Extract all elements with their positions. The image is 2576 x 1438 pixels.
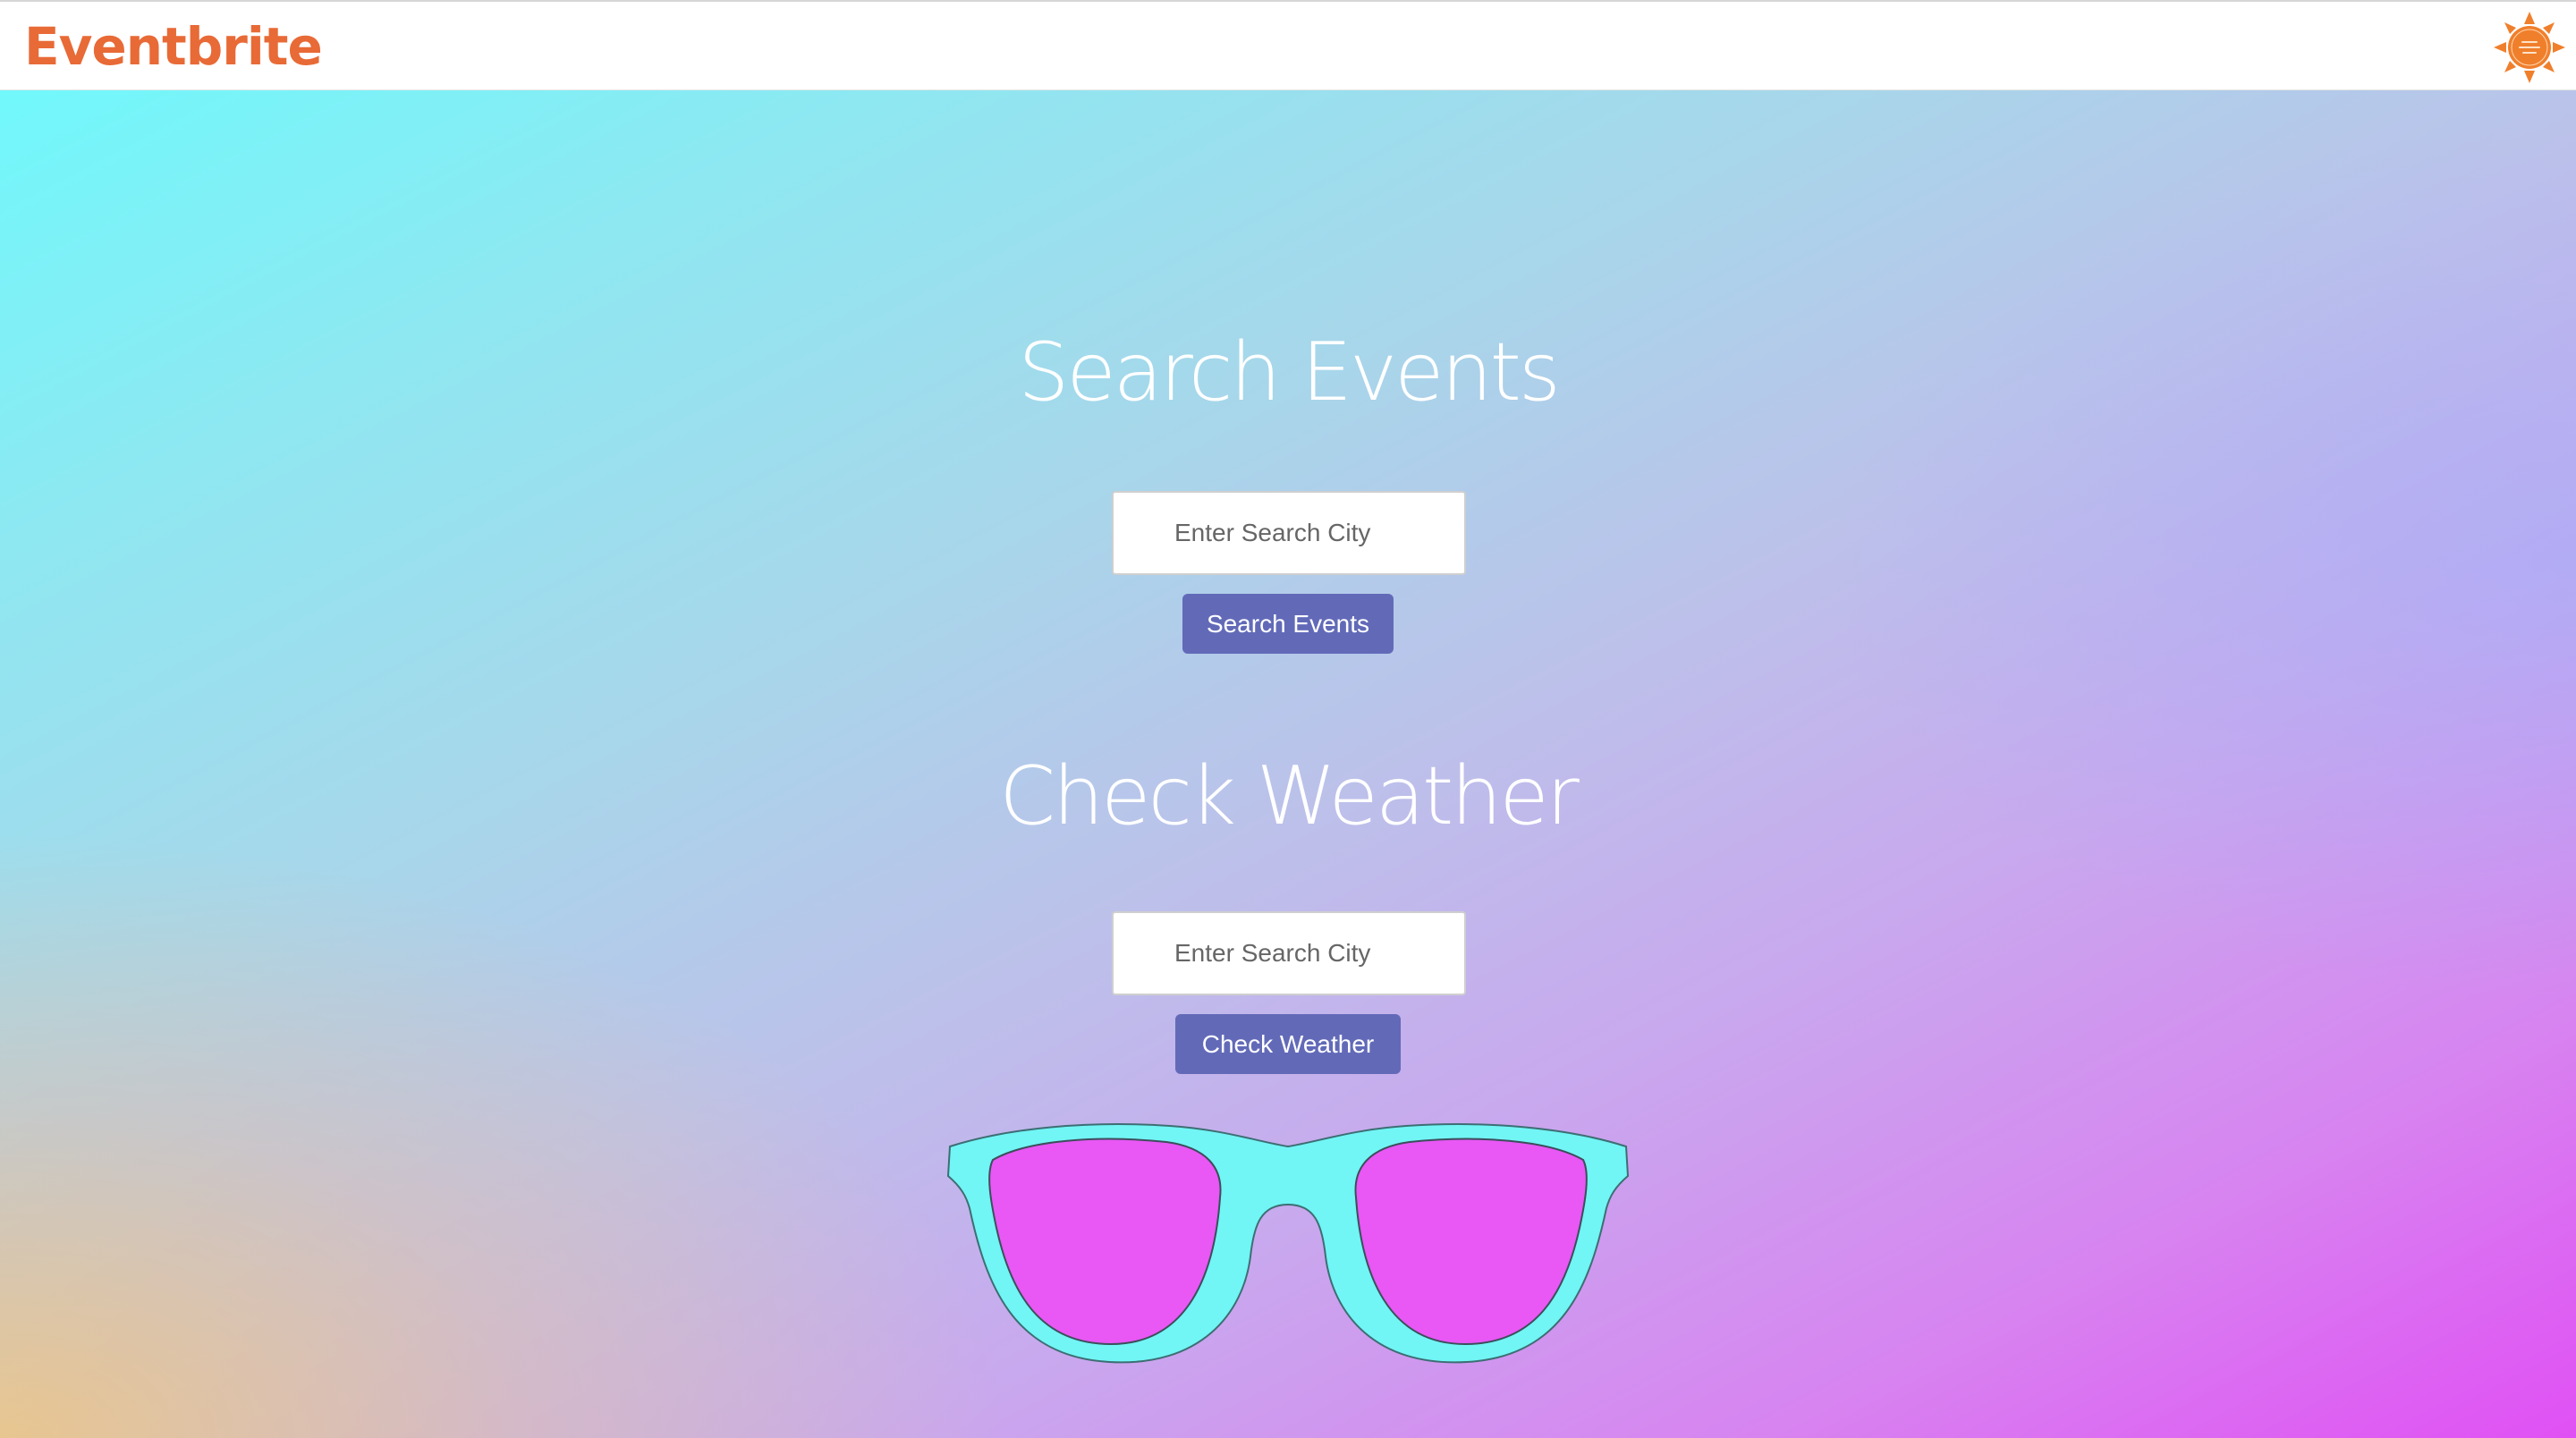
search-events-button[interactable]: Search Events — [1182, 594, 1394, 654]
weather-city-input[interactable] — [1112, 911, 1466, 995]
search-events-heading: Search Events — [1018, 326, 1561, 419]
check-weather-heading: Check Weather — [999, 749, 1579, 843]
events-city-input[interactable] — [1112, 491, 1466, 575]
check-weather-button[interactable]: Check Weather — [1175, 1014, 1401, 1074]
main-content: Search Events Search Events Check Weathe… — [0, 0, 2576, 1438]
sunglasses-icon — [946, 1123, 1630, 1364]
